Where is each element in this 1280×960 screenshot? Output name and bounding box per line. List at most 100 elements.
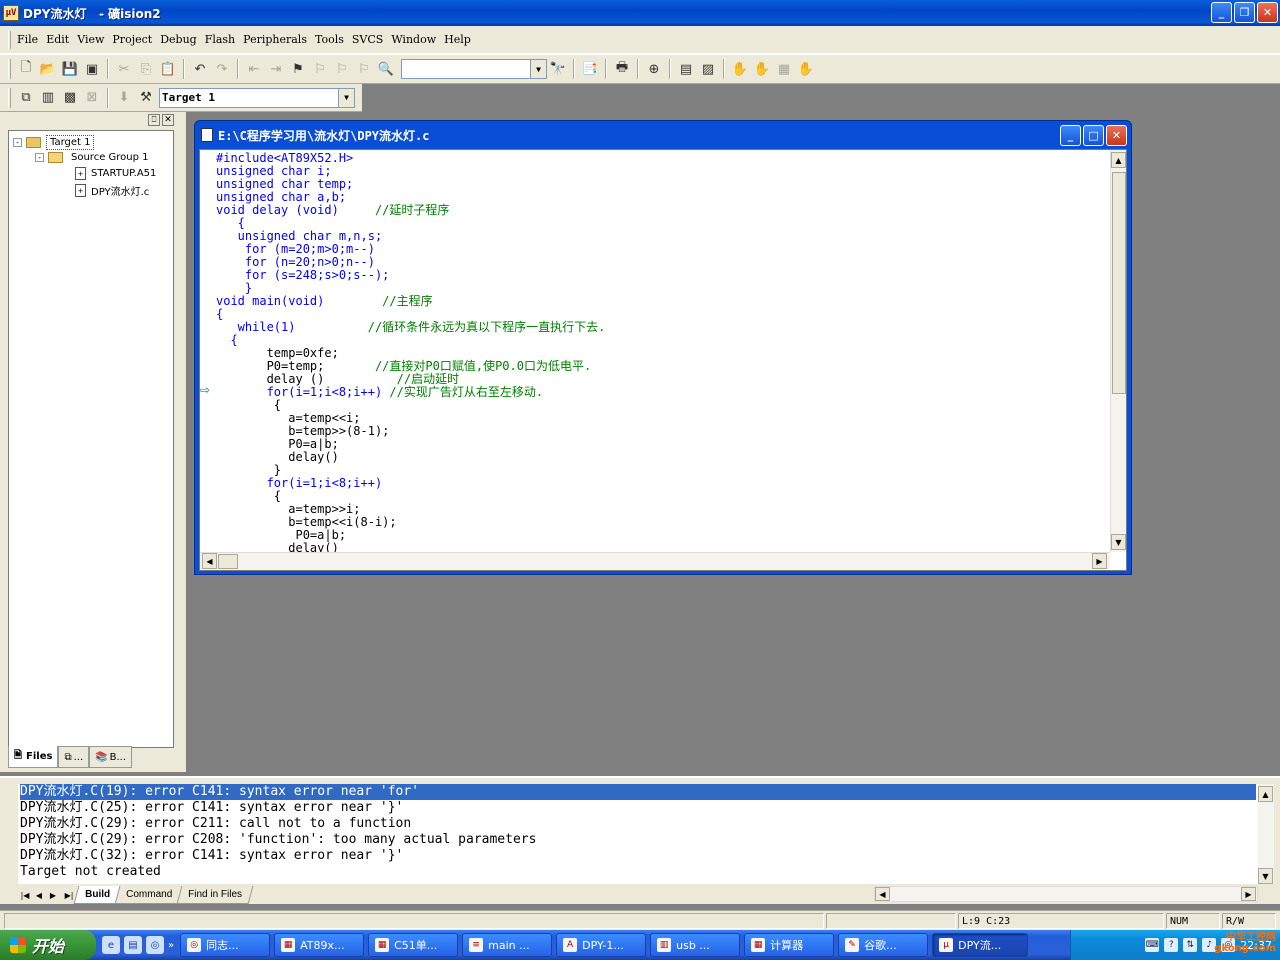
output-line-selected[interactable]: DPY流水灯.C(19): error C141: syntax error n… [20, 784, 1256, 800]
help-icon[interactable]: ? [1164, 938, 1179, 952]
taskbar-item-active[interactable]: μ DPY流... [932, 933, 1029, 957]
tab-books[interactable]: 📚 B... [89, 746, 133, 768]
code-line[interactable]: while(1) //循环条件永远为真以下程序一直执行下去. [216, 321, 606, 334]
bookmark-toggle-icon[interactable]: ⚑ [287, 58, 309, 80]
panel-pin-icon[interactable]: ⎕ [148, 114, 160, 126]
menu-window[interactable]: Window [387, 33, 440, 46]
taskbar-item[interactable]: ▦ AT89x... [274, 933, 365, 957]
output-line[interactable]: DPY流水灯.C(32): error C141: syntax error n… [20, 848, 1256, 864]
network-icon[interactable]: ⇅ [1183, 938, 1198, 952]
taskbar-item[interactable]: ▦ C51单... [368, 933, 459, 957]
tab-nav-prev-icon[interactable]: ◀ [32, 891, 46, 900]
breakpoint-insert-icon[interactable]: ✋ [729, 58, 751, 80]
quick-launch-desktop-icon[interactable]: ▤ [124, 936, 142, 954]
unindent-icon[interactable]: ⇥ [265, 58, 287, 80]
incremental-find-icon[interactable]: 📑 [579, 58, 601, 80]
menu-peripherals[interactable]: Peripherals [239, 33, 311, 46]
menu-view[interactable]: View [73, 33, 108, 46]
breakpoint-disable-all-icon[interactable]: ▦ [773, 58, 795, 80]
editor-close-button[interactable]: ✕ [1106, 125, 1127, 146]
output-window-icon[interactable]: ▨ [697, 58, 719, 80]
build-target-icon[interactable]: ▥ [37, 87, 59, 109]
build-output-list[interactable]: DPY流水灯.C(19): error C141: syntax error n… [18, 784, 1258, 884]
scroll-right-icon[interactable]: ▶ [1241, 887, 1256, 901]
find-in-files-icon[interactable]: 🔍 [375, 58, 397, 80]
output-horizontal-scrollbar[interactable]: ◀ ▶ [874, 886, 1258, 902]
output-line[interactable]: Target not created [20, 864, 1256, 880]
quick-launch-qq-icon[interactable]: ◎ [146, 936, 164, 954]
code-area[interactable]: #include<AT89X52.H> unsigned char i; unsig… [216, 152, 1102, 552]
menu-debug[interactable]: Debug [156, 33, 201, 46]
target-options-icon[interactable]: ⚒ [135, 87, 157, 109]
editor-gutter[interactable]: ⇨ [200, 150, 212, 552]
menu-help[interactable]: Help [440, 33, 475, 46]
taskbar-item[interactable]: ✎ 谷歌... [838, 933, 929, 957]
code-line[interactable]: void main(void) //主程序 [216, 295, 433, 308]
tab-files[interactable]: 🗎 Files [8, 746, 59, 768]
start-button[interactable]: 开始 [0, 930, 96, 960]
editor-horizontal-scrollbar[interactable]: ◀ ▶ [200, 552, 1110, 570]
stop-build-icon[interactable]: ⊠ [81, 87, 103, 109]
chevron-down-icon[interactable]: ▼ [530, 60, 546, 78]
quick-launch-ie-icon[interactable]: e [102, 936, 120, 954]
output-line[interactable]: DPY流水灯.C(29): error C208: 'function': to… [20, 832, 1256, 848]
code-line[interactable]: delay() [216, 542, 339, 553]
translate-icon[interactable]: ⧉ [15, 87, 37, 109]
quick-launch-more-icon[interactable]: » [168, 940, 174, 951]
uvision-app-icon[interactable]: μV [3, 5, 19, 21]
bookmark-next-icon[interactable]: ⚐ [331, 58, 353, 80]
print-icon[interactable]: 🖶 [611, 58, 633, 80]
target-select[interactable]: Target 1 ▼ [159, 87, 355, 108]
scroll-left-icon[interactable]: ◀ [875, 887, 890, 901]
scroll-up-icon[interactable]: ▲ [1258, 786, 1273, 802]
breakpoint-kill-all-icon[interactable]: ✋ [795, 58, 817, 80]
app-title-bar[interactable]: μV DPY流水灯 - 礦ision2 _ ❐ ✕ [0, 0, 1280, 26]
menu-file[interactable]: File [13, 33, 42, 46]
taskbar-item[interactable]: ▥ usb ... [650, 933, 741, 957]
chevron-down-icon[interactable]: ▼ [338, 88, 354, 107]
editor-minimize-button[interactable]: _ [1060, 125, 1081, 146]
tab-nav-next-icon[interactable]: ▶ [46, 891, 60, 900]
scroll-thumb[interactable] [1112, 172, 1126, 394]
paste-icon[interactable]: 📋 [157, 58, 179, 80]
tree-item-file[interactable]: + STARTUP.A51 [75, 167, 156, 180]
output-vertical-scrollbar[interactable]: ▲ ▼ [1258, 784, 1274, 884]
copy-icon[interactable]: ⎘ [135, 58, 157, 80]
editor-window[interactable]: E:\C程序学习用\流水灯\DPY流水灯.c _ □ ✕ ⇨ #include<… [194, 120, 1132, 575]
taskbar-item[interactable]: ◎ 同志... [180, 933, 271, 957]
code-line[interactable]: void delay (void) //延时子程序 [216, 204, 449, 217]
menu-flash[interactable]: Flash [201, 33, 239, 46]
output-line[interactable]: DPY流水灯.C(25): error C141: syntax error n… [20, 800, 1256, 816]
editor-title-bar[interactable]: E:\C程序学习用\流水灯\DPY流水灯.c _ □ ✕ [195, 121, 1131, 149]
scroll-down-icon[interactable]: ▼ [1111, 534, 1126, 550]
minimize-button[interactable]: _ [1211, 2, 1232, 23]
tab-command[interactable]: Command [114, 886, 184, 904]
close-button[interactable]: ✕ [1257, 2, 1278, 23]
output-line[interactable]: DPY流水灯.C(29): error C211: call not to a … [20, 816, 1256, 832]
taskbar-item[interactable]: A DPY-1... [556, 933, 647, 957]
open-file-icon[interactable]: 📂 [37, 58, 59, 80]
tab-find-in-files[interactable]: Find in Files [176, 886, 254, 904]
scroll-up-icon[interactable]: ▲ [1111, 152, 1126, 168]
scroll-right-icon[interactable]: ▶ [1092, 553, 1107, 569]
tree-item-source-group[interactable]: - Source Group 1 [35, 151, 152, 164]
rebuild-all-icon[interactable]: ▩ [59, 87, 81, 109]
workspace-window-icon[interactable]: ▤ [675, 58, 697, 80]
tree-item-file[interactable]: + DPY流水灯.c [75, 183, 149, 198]
restore-button[interactable]: ❐ [1234, 2, 1255, 23]
taskbar-item[interactable]: ▦ 计算器 [744, 933, 835, 957]
redo-icon[interactable]: ↷ [211, 58, 233, 80]
editor-vertical-scrollbar[interactable]: ▲ ▼ [1110, 150, 1126, 552]
menu-edit[interactable]: Edit [42, 33, 73, 46]
keyboard-icon[interactable]: ⌨ [1145, 938, 1160, 952]
new-file-icon[interactable]: 🗋 [15, 58, 37, 80]
save-icon[interactable]: 💾 [59, 58, 81, 80]
bookmark-prev-icon[interactable]: ⚐ [309, 58, 331, 80]
menu-tools[interactable]: Tools [311, 33, 348, 46]
menu-svcs[interactable]: SVCS [348, 33, 387, 46]
taskbar-item[interactable]: ≡ main ... [462, 933, 553, 957]
collapse-icon[interactable]: - [13, 138, 22, 147]
scroll-thumb[interactable] [218, 554, 238, 569]
start-debug-icon[interactable]: ⊕ [643, 58, 665, 80]
panel-close-icon[interactable]: ✕ [162, 114, 174, 126]
